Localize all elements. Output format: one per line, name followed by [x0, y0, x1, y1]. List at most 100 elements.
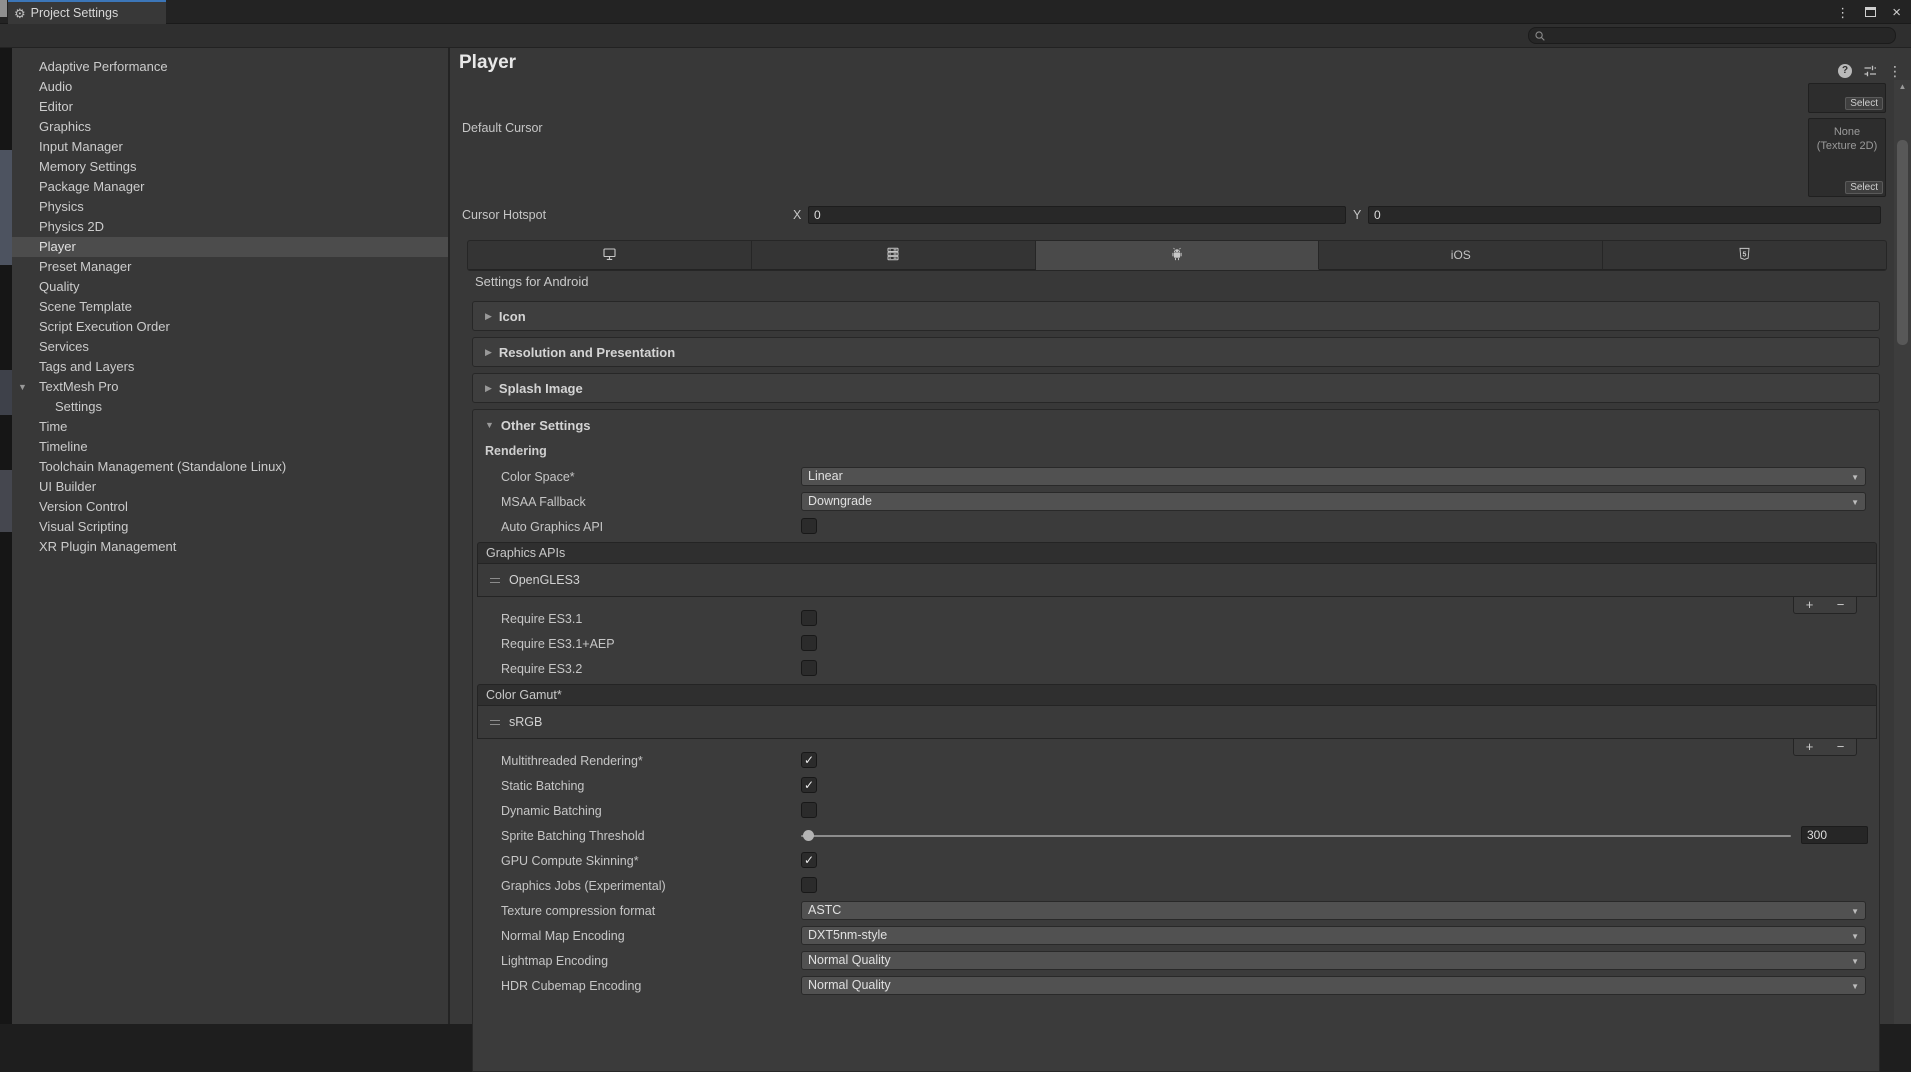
slider-track[interactable]: [801, 835, 1791, 837]
checkbox-gpu-compute-skinning-[interactable]: ✓: [801, 852, 817, 868]
platform-tab-android[interactable]: [1036, 241, 1320, 270]
section-header-icon[interactable]: ▶Icon: [472, 301, 1880, 331]
other-settings-rows: RenderingColor Space*Linear▼MSAA Fallbac…: [473, 440, 1879, 998]
sidebar-item-physics-2d[interactable]: Physics 2D: [12, 217, 448, 237]
foldout-open-icon[interactable]: ▼: [18, 377, 27, 397]
sidebar-item-scene-template[interactable]: Scene Template: [12, 297, 448, 317]
checkbox-dynamic-batching[interactable]: [801, 802, 817, 818]
window-menu-icon[interactable]: ⋮: [1836, 6, 1849, 19]
dropdown-color-space-[interactable]: Linear▼: [801, 467, 1866, 486]
svg-text:5: 5: [1743, 251, 1747, 258]
dropdown-normal-map-encoding[interactable]: DXT5nm-style▼: [801, 926, 1866, 945]
background-window-sliver: [0, 0, 7, 17]
presets-icon[interactable]: [1862, 63, 1878, 79]
dropdown-value: DXT5nm-style: [808, 928, 887, 942]
section-header-resolution-and-presentation[interactable]: ▶Resolution and Presentation: [472, 337, 1880, 367]
sidebar-item-settings[interactable]: Settings: [12, 397, 448, 417]
sidebar-item-audio[interactable]: Audio: [12, 77, 448, 97]
dropdown-lightmap-encoding[interactable]: Normal Quality ▼: [801, 951, 1866, 970]
help-icon[interactable]: ?: [1838, 64, 1852, 78]
dropdown-hdr-cubemap-encoding[interactable]: Normal Quality▼: [801, 976, 1866, 995]
checkbox-require-es3-1[interactable]: [801, 610, 817, 626]
scrollbar-thumb[interactable]: [1897, 140, 1908, 345]
maximize-icon[interactable]: [1865, 7, 1876, 17]
setting-row: Normal Map EncodingDXT5nm-style▼: [473, 923, 1879, 948]
chevron-down-icon: ▼: [1851, 957, 1859, 966]
select-button[interactable]: Select: [1845, 181, 1883, 194]
platform-tab-dedicated-server[interactable]: [752, 241, 1036, 270]
search-toolbar: [0, 24, 1911, 48]
scroll-up-icon[interactable]: ▲: [1894, 82, 1911, 91]
sidebar-item-timeline[interactable]: Timeline: [12, 437, 448, 457]
texture-type-label: (Texture 2D): [1809, 139, 1885, 153]
sidebar-item-input-manager[interactable]: Input Manager: [12, 137, 448, 157]
sidebar-item-script-execution-order[interactable]: Script Execution Order: [12, 317, 448, 337]
sidebar-item-preset-manager[interactable]: Preset Manager: [12, 257, 448, 277]
android-icon: [1169, 246, 1185, 265]
setting-label: MSAA Fallback: [501, 495, 586, 509]
search-box[interactable]: [1528, 27, 1896, 44]
platform-tab-ios[interactable]: iOS: [1319, 241, 1603, 270]
checkbox-auto-graphics-api[interactable]: [801, 518, 817, 534]
sidebar-item-tags-and-layers[interactable]: Tags and Layers: [12, 357, 448, 377]
drag-handle-icon[interactable]: [490, 720, 500, 725]
sidebar-item-package-manager[interactable]: Package Manager: [12, 177, 448, 197]
setting-label: Graphics Jobs (Experimental): [501, 879, 666, 893]
dropdown-value: Normal Quality: [808, 953, 891, 967]
setting-label: HDR Cubemap Encoding: [501, 979, 641, 993]
panel-menu-icon[interactable]: ⋮: [1888, 64, 1902, 78]
dropdown-msaa-fallback[interactable]: Downgrade▼: [801, 492, 1866, 511]
drag-handle-icon[interactable]: [490, 578, 500, 583]
sidebar-item-xr-plugin-management[interactable]: XR Plugin Management: [12, 537, 448, 557]
sidebar-item-textmesh-pro[interactable]: ▼ TextMesh Pro: [12, 377, 448, 397]
sidebar-item-player[interactable]: Player: [12, 237, 448, 257]
sidebar-item-ui-builder[interactable]: UI Builder: [12, 477, 448, 497]
checkbox-require-es3-1-aep[interactable]: [801, 635, 817, 651]
setting-label: Dynamic Batching: [501, 804, 602, 818]
sidebar-item-label: Adaptive Performance: [39, 59, 168, 74]
list-item[interactable]: OpenGLES3: [478, 564, 1876, 596]
checkbox-static-batching[interactable]: ✓: [801, 777, 817, 793]
texture-well-partial[interactable]: Select: [1808, 83, 1886, 113]
texture-none-label: None: [1809, 125, 1885, 139]
setting-row: Static Batching✓: [473, 773, 1879, 798]
cursor-hotspot-x-field[interactable]: 0: [808, 206, 1346, 224]
checkbox-require-es3-2[interactable]: [801, 660, 817, 676]
cursor-hotspot-y-field[interactable]: 0: [1368, 206, 1881, 224]
dropdown-texture-compression-format[interactable]: ASTC▼: [801, 901, 1866, 920]
sidebar-item-toolchain-management-standalone-linux-[interactable]: Toolchain Management (Standalone Linux): [12, 457, 448, 477]
list-item[interactable]: sRGB: [478, 706, 1876, 738]
sidebar-item-services[interactable]: Services: [12, 337, 448, 357]
sidebar-item-label: TextMesh Pro: [39, 379, 118, 394]
slider-value-field[interactable]: 300: [1801, 826, 1868, 844]
sidebar-item-visual-scripting[interactable]: Visual Scripting: [12, 517, 448, 537]
close-icon[interactable]: ×: [1892, 5, 1901, 20]
sidebar-item-quality[interactable]: Quality: [12, 277, 448, 297]
checkbox-graphics-jobs-experimental-[interactable]: [801, 877, 817, 893]
sidebar-item-memory-settings[interactable]: Memory Settings: [12, 157, 448, 177]
section-header-splash-image[interactable]: ▶Splash Image: [472, 373, 1880, 403]
select-button[interactable]: Select: [1845, 97, 1883, 110]
chevron-down-icon: ▼: [1851, 498, 1859, 507]
sidebar-item-label: Scene Template: [39, 299, 132, 314]
checkbox-multithreaded-rendering-[interactable]: ✓: [801, 752, 817, 768]
tab-project-settings[interactable]: ⚙ Project Settings: [8, 0, 166, 24]
platform-tab-webgl[interactable]: 5: [1603, 241, 1886, 270]
sidebar-item-graphics[interactable]: Graphics: [12, 117, 448, 137]
sidebar-item-editor[interactable]: Editor: [12, 97, 448, 117]
main-scrollbar[interactable]: ▲: [1894, 80, 1911, 1024]
slider-handle[interactable]: [803, 830, 814, 841]
setting-label: Auto Graphics API: [501, 520, 603, 534]
check-icon: ✓: [804, 753, 814, 767]
sidebar-item-time[interactable]: Time: [12, 417, 448, 437]
search-input[interactable]: [1546, 29, 1876, 43]
default-cursor-texture-well[interactable]: None (Texture 2D) Select: [1808, 118, 1886, 197]
check-icon: ✓: [804, 778, 814, 792]
section-header-other-settings[interactable]: ▼ Other Settings: [473, 410, 1879, 440]
sidebar-item-adaptive-performance[interactable]: Adaptive Performance: [12, 57, 448, 77]
sidebar-item-physics[interactable]: Physics: [12, 197, 448, 217]
platform-tab-standalone[interactable]: [468, 241, 752, 270]
sidebar-item-version-control[interactable]: Version Control: [12, 497, 448, 517]
sidebar-item-label: Time: [39, 419, 67, 434]
sidebar-item-label: Package Manager: [39, 179, 145, 194]
